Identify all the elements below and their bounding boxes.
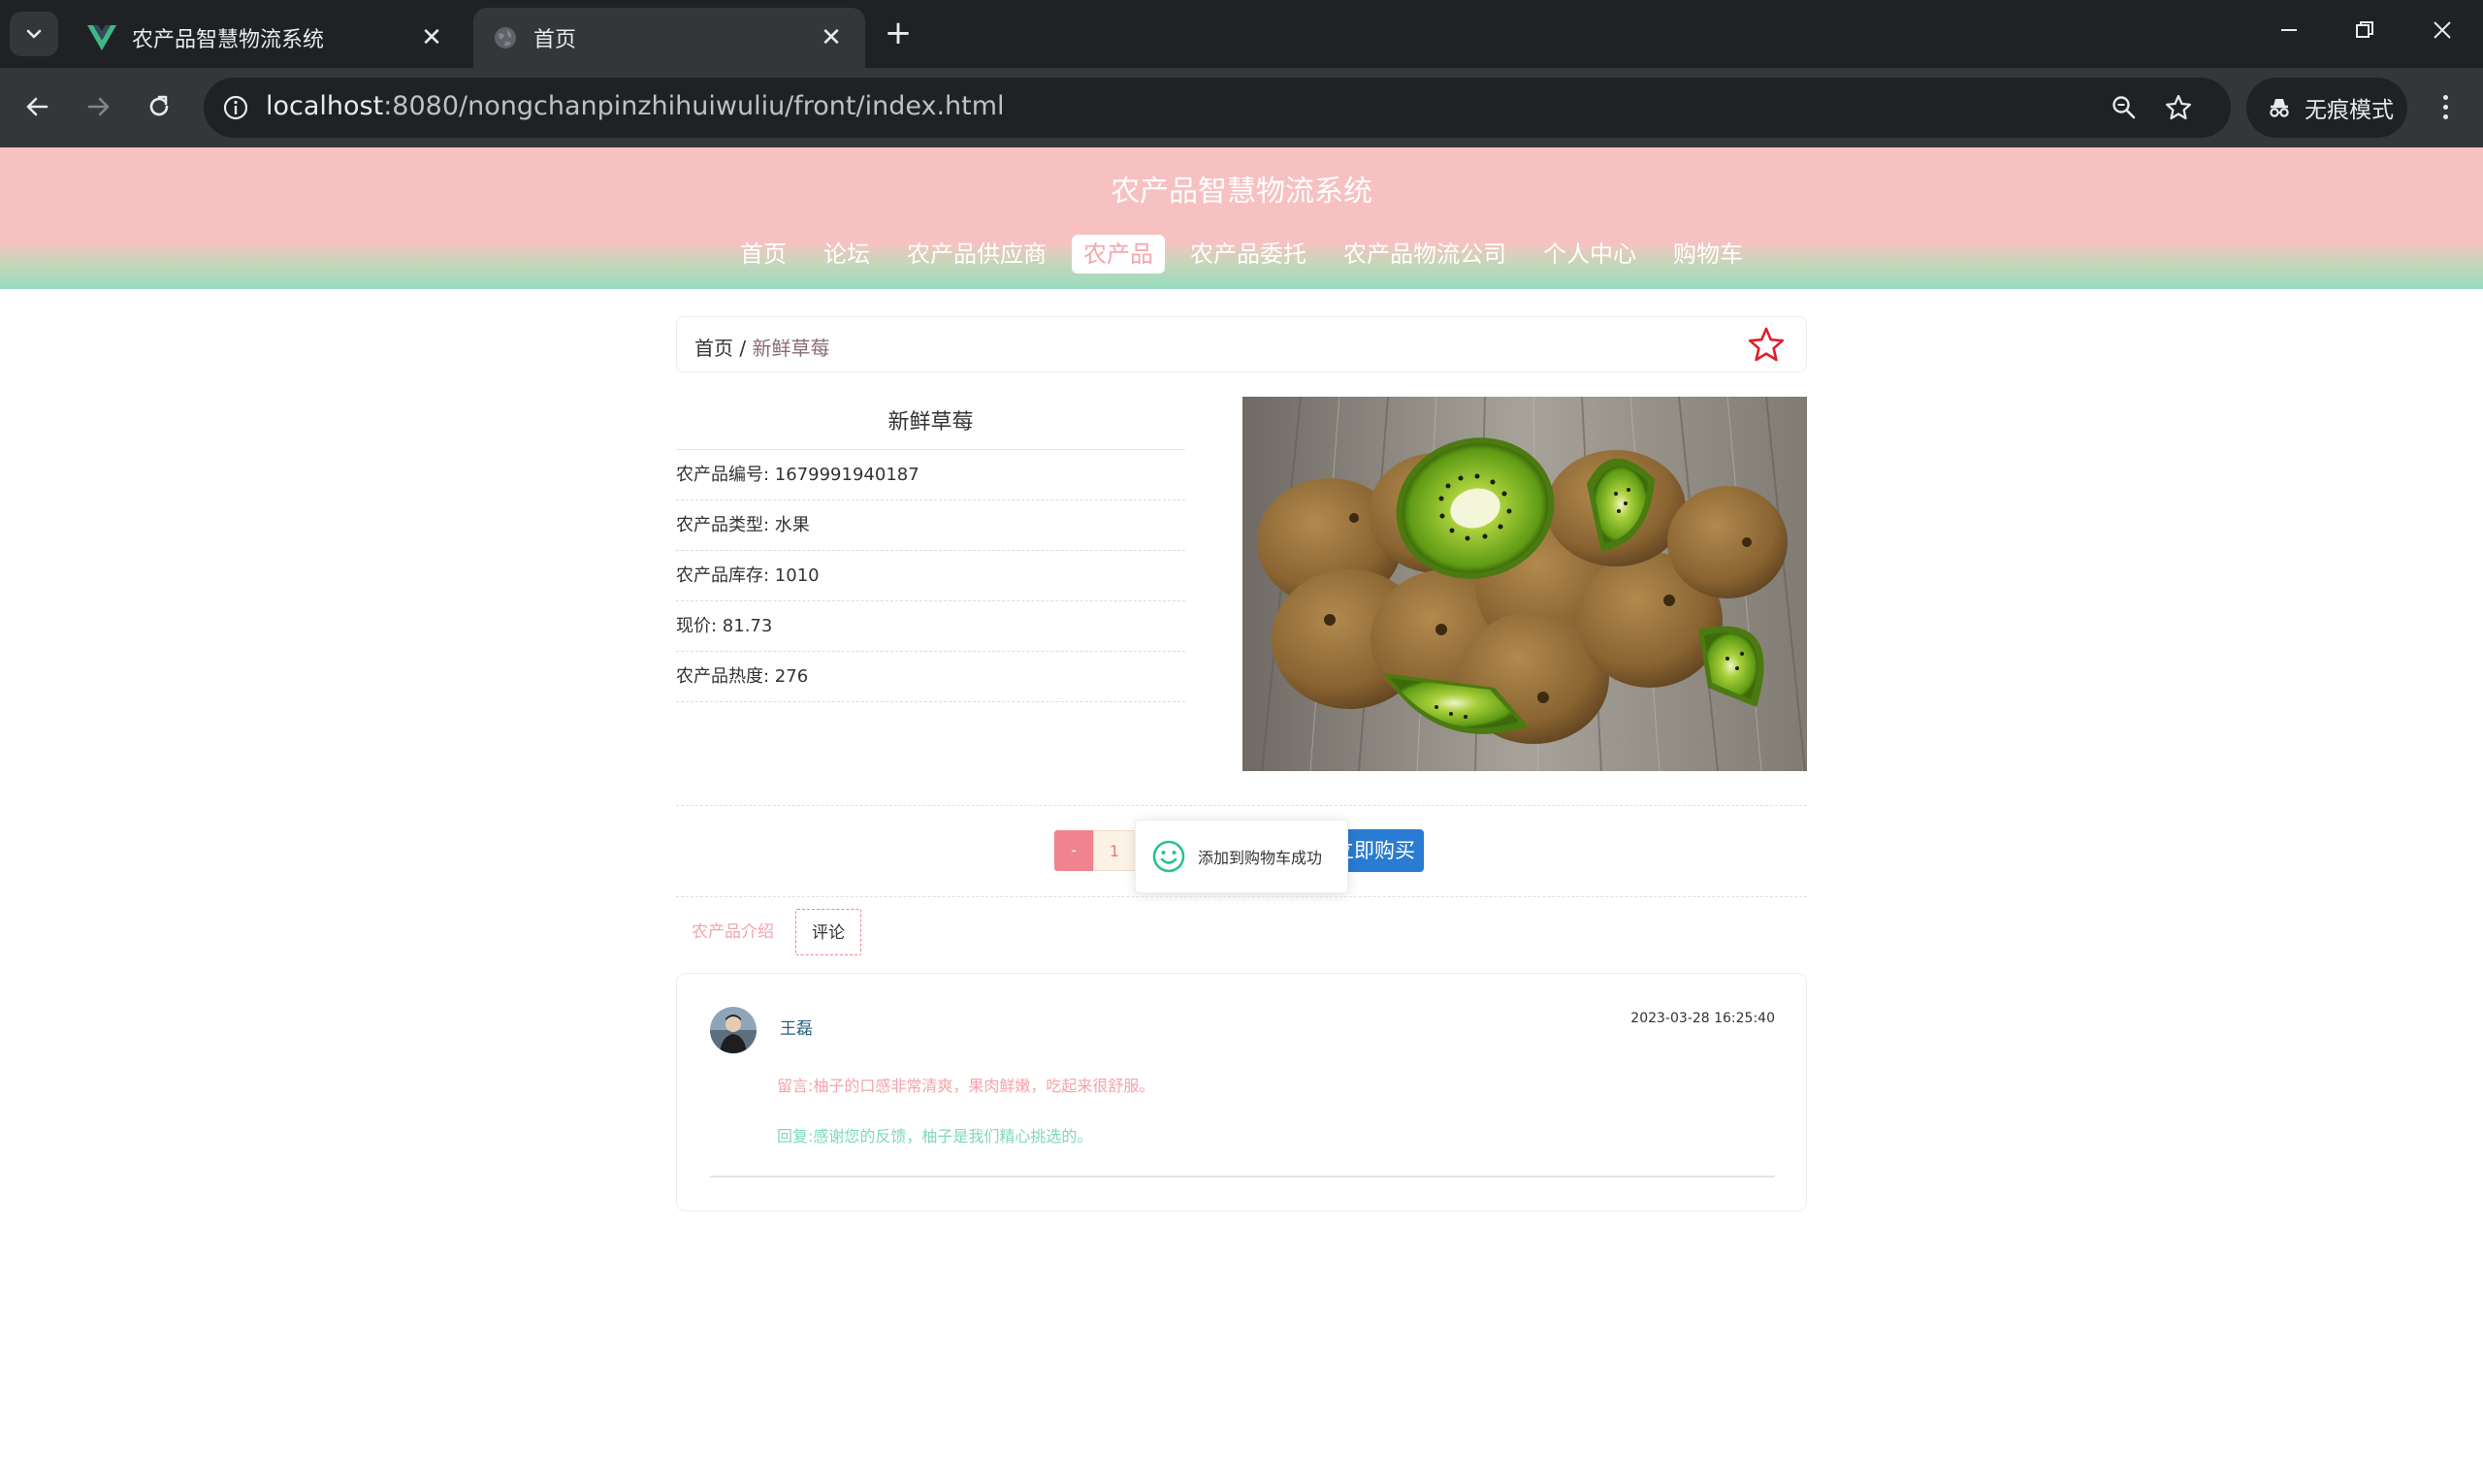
product-name: 新鲜草莓 [676,396,1185,450]
product-code-row: 农产品编号: 1679991940187 [676,450,1185,500]
field-label: 农产品库存: [676,565,775,586]
restore-icon[interactable] [2336,14,2394,52]
comment-message: 留言:柚子的口感非常清爽，果肉鲜嫩，吃起来很舒服。 [777,1077,1155,1095]
quantity-input[interactable]: 1 [1093,830,1136,871]
breadcrumb-separator: / [733,337,753,360]
site-header: 农产品智慧物流系统 首页 论坛 农产品供应商 农产品 农产品委托 农产品物流公司… [0,147,2483,289]
field-label: 现价: [676,616,723,636]
tab-title: 农产品智慧物流系统 [132,28,325,52]
vue-logo-icon [87,25,116,50]
product-stock-row: 农产品库存: 1010 [676,551,1185,601]
product-price-row: 现价: 81.73 [676,601,1185,652]
nav-item-entrust[interactable]: 农产品委托 [1178,235,1318,274]
smile-icon [1152,840,1185,873]
nav-item-products[interactable]: 农产品 [1072,235,1165,274]
section-divider [676,805,1807,806]
field-value: 276 [774,666,809,687]
field-label: 农产品编号: [676,465,775,485]
field-label: 农产品热度: [676,666,775,687]
site-info-icon[interactable] [217,89,254,126]
breadcrumb-trail: 首页 / 新鲜草莓 [694,333,829,361]
url-path: :8080/nongchanpinzhihuiwuliu/front/index… [383,91,1005,121]
nav-item-logistics-company[interactable]: 农产品物流公司 [1332,235,1518,274]
field-value: 1679991940187 [774,465,919,485]
browser-tab-bar: 农产品智慧物流系统 ✕ 首页 ✕ + [0,0,2483,68]
breadcrumb-current: 新鲜草莓 [752,337,830,360]
globe-icon [495,27,516,48]
detail-tabs: 农产品介绍 评论 [676,908,861,956]
reload-icon[interactable] [138,85,180,128]
window-close-icon[interactable] [2413,14,2471,52]
forward-arrow-icon[interactable] [78,85,120,128]
url-text[interactable]: localhost:8080/nongchanpinzhihuiwuliu/fr… [266,91,1005,121]
comment-reply: 回复:感谢您的反馈，柚子是我们精心挑选的。 [777,1127,1093,1145]
section-divider [676,896,1807,897]
back-arrow-icon[interactable] [16,85,58,128]
minimize-icon[interactable] [2260,14,2318,52]
quantity-decrease-button[interactable]: - [1054,830,1093,871]
incognito-icon [2270,99,2289,117]
site-title: 农产品智慧物流系统 [1111,175,1372,209]
field-label: 农产品类型: [676,515,775,535]
toast-notification: 添加到购物车成功 [1135,820,1348,893]
field-value: 81.73 [722,616,773,636]
tab-title: 首页 [533,28,577,52]
comment-username: 王磊 [780,1019,813,1039]
browser-tab-home[interactable]: 首页 ✕ [473,8,865,68]
chevron-down-icon [26,29,42,39]
product-type-row: 农产品类型: 水果 [676,500,1185,551]
breadcrumb-home-link[interactable]: 首页 [694,337,733,360]
address-bar[interactable]: localhost:8080/nongchanpinzhihuiwuliu/fr… [204,78,2231,138]
browser-toolbar: localhost:8080/nongchanpinzhihuiwuliu/fr… [0,68,2483,147]
breadcrumb: 首页 / 新鲜草莓 [676,316,1807,372]
product-info-panel: 新鲜草莓 农产品编号: 1679991940187 农产品类型: 水果 农产品库… [676,396,1185,702]
bookmark-star-icon[interactable] [2161,90,2196,125]
new-tab-plus-icon[interactable]: + [879,14,918,52]
product-image [1242,397,1807,771]
incognito-indicator[interactable]: 无痕模式 [2246,78,2407,138]
avatar [710,1007,757,1053]
nav-item-home[interactable]: 首页 [728,235,798,274]
comment-timestamp: 2023-03-28 16:25:40 [1630,1011,1775,1026]
close-icon[interactable]: ✕ [817,23,846,52]
tab-product-intro[interactable]: 农产品介绍 [676,909,790,955]
tab-search-button[interactable] [10,12,58,56]
zoom-icon[interactable] [2107,90,2142,125]
close-icon[interactable]: ✕ [417,23,446,52]
browser-tab-system[interactable]: 农产品智慧物流系统 ✕ [68,8,466,68]
comment-list: 王磊 2023-03-28 16:25:40 留言:柚子的口感非常清爽，果肉鲜嫩… [676,973,1807,1211]
comment-divider [710,1176,1775,1178]
tab-comments[interactable]: 评论 [795,909,861,955]
nav-item-cart[interactable]: 购物车 [1661,235,1755,274]
url-host: localhost [266,91,384,121]
nav-item-forum[interactable]: 论坛 [812,235,882,274]
more-menu-icon[interactable] [2431,85,2460,128]
nav-item-user-center[interactable]: 个人中心 [1532,235,1648,274]
field-value: 1010 [774,565,820,586]
product-popularity-row: 农产品热度: 276 [676,652,1185,702]
nav-item-suppliers[interactable]: 农产品供应商 [895,235,1058,274]
toast-message: 添加到购物车成功 [1198,849,1323,867]
favorite-star-icon[interactable] [1746,325,1787,366]
field-value: 水果 [774,515,810,535]
main-nav: 首页 论坛 农产品供应商 农产品 农产品委托 农产品物流公司 个人中心 购物车 [0,235,2483,274]
incognito-label: 无痕模式 [2305,98,2394,123]
